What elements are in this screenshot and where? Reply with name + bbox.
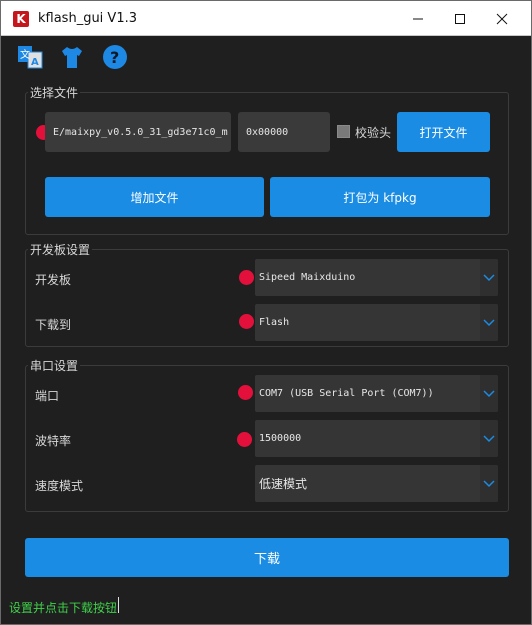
status-message: 设置并点击下载按钮 (9, 601, 118, 615)
file-path-field[interactable]: E/maixpy_v0.5.0_31_gd3e71c0_m (45, 112, 231, 152)
file-group-title: 选择文件 (28, 84, 81, 101)
speed-mode-select[interactable]: 低速模式 (255, 465, 498, 502)
chevron-down-icon (480, 259, 498, 296)
board-marker-dot (239, 270, 254, 285)
serial-group-title: 串口设置 (28, 357, 81, 374)
pack-kfpkg-button[interactable]: 打包为 kfpkg (270, 177, 490, 217)
board-group-title: 开发板设置 (28, 241, 93, 258)
baud-select-value: 1500000 (259, 433, 302, 444)
tshirt-icon (62, 47, 82, 68)
add-file-button[interactable]: 增加文件 (45, 177, 264, 217)
language-icon: 文 A (18, 46, 43, 69)
help-button[interactable]: ? (102, 44, 128, 70)
port-marker-dot (238, 385, 253, 400)
title-bar: K kflash_gui V1.3 (0, 0, 532, 36)
address-text: 0x00000 (246, 126, 289, 138)
baud-marker-dot (237, 432, 252, 447)
maximize-button[interactable] (437, 1, 483, 36)
window-title: kflash_gui V1.3 (38, 11, 137, 26)
baud-label: 波特率 (35, 434, 72, 448)
chevron-down-icon (480, 420, 498, 457)
close-button[interactable] (479, 1, 525, 36)
file-path-text: E/maixpy_v0.5.0_31_gd3e71c0_m (53, 126, 228, 138)
open-file-button[interactable]: 打开文件 (397, 112, 490, 152)
port-label: 端口 (35, 389, 60, 403)
download-to-select[interactable]: Flash (255, 304, 498, 341)
speed-mode-select-value: 低速模式 (259, 477, 308, 491)
svg-text:?: ? (110, 48, 119, 67)
chevron-down-icon (480, 465, 498, 502)
baud-select[interactable]: 1500000 (255, 420, 498, 457)
chevron-down-icon (480, 304, 498, 341)
chevron-down-icon (480, 375, 498, 412)
language-button[interactable]: 文 A (17, 44, 43, 70)
port-select-value: COM7 (USB Serial Port (COM7)) (259, 388, 434, 399)
board-label: 开发板 (35, 273, 72, 287)
skin-button[interactable] (59, 44, 85, 70)
download-to-marker-dot (239, 314, 254, 329)
text-cursor (118, 597, 119, 613)
speed-mode-label: 速度模式 (35, 479, 84, 493)
download-button[interactable]: 下载 (25, 538, 509, 577)
minimize-button[interactable] (395, 1, 441, 36)
board-select-value: Sipeed Maixduino (259, 272, 356, 283)
svg-text:A: A (31, 57, 39, 68)
download-to-label: 下载到 (35, 318, 72, 332)
verify-label: 校验头 (355, 126, 392, 140)
download-to-select-value: Flash (259, 317, 290, 328)
svg-text:文: 文 (20, 48, 30, 61)
address-field[interactable]: 0x00000 (238, 112, 330, 152)
app-logo-icon: K (13, 11, 29, 27)
verify-checkbox[interactable] (337, 125, 350, 138)
port-select[interactable]: COM7 (USB Serial Port (COM7)) (255, 375, 498, 412)
maximize-icon (455, 13, 465, 24)
close-icon (496, 13, 508, 24)
minimize-icon (413, 18, 423, 19)
help-icon: ? (103, 45, 127, 69)
board-select[interactable]: Sipeed Maixduino (255, 259, 498, 296)
